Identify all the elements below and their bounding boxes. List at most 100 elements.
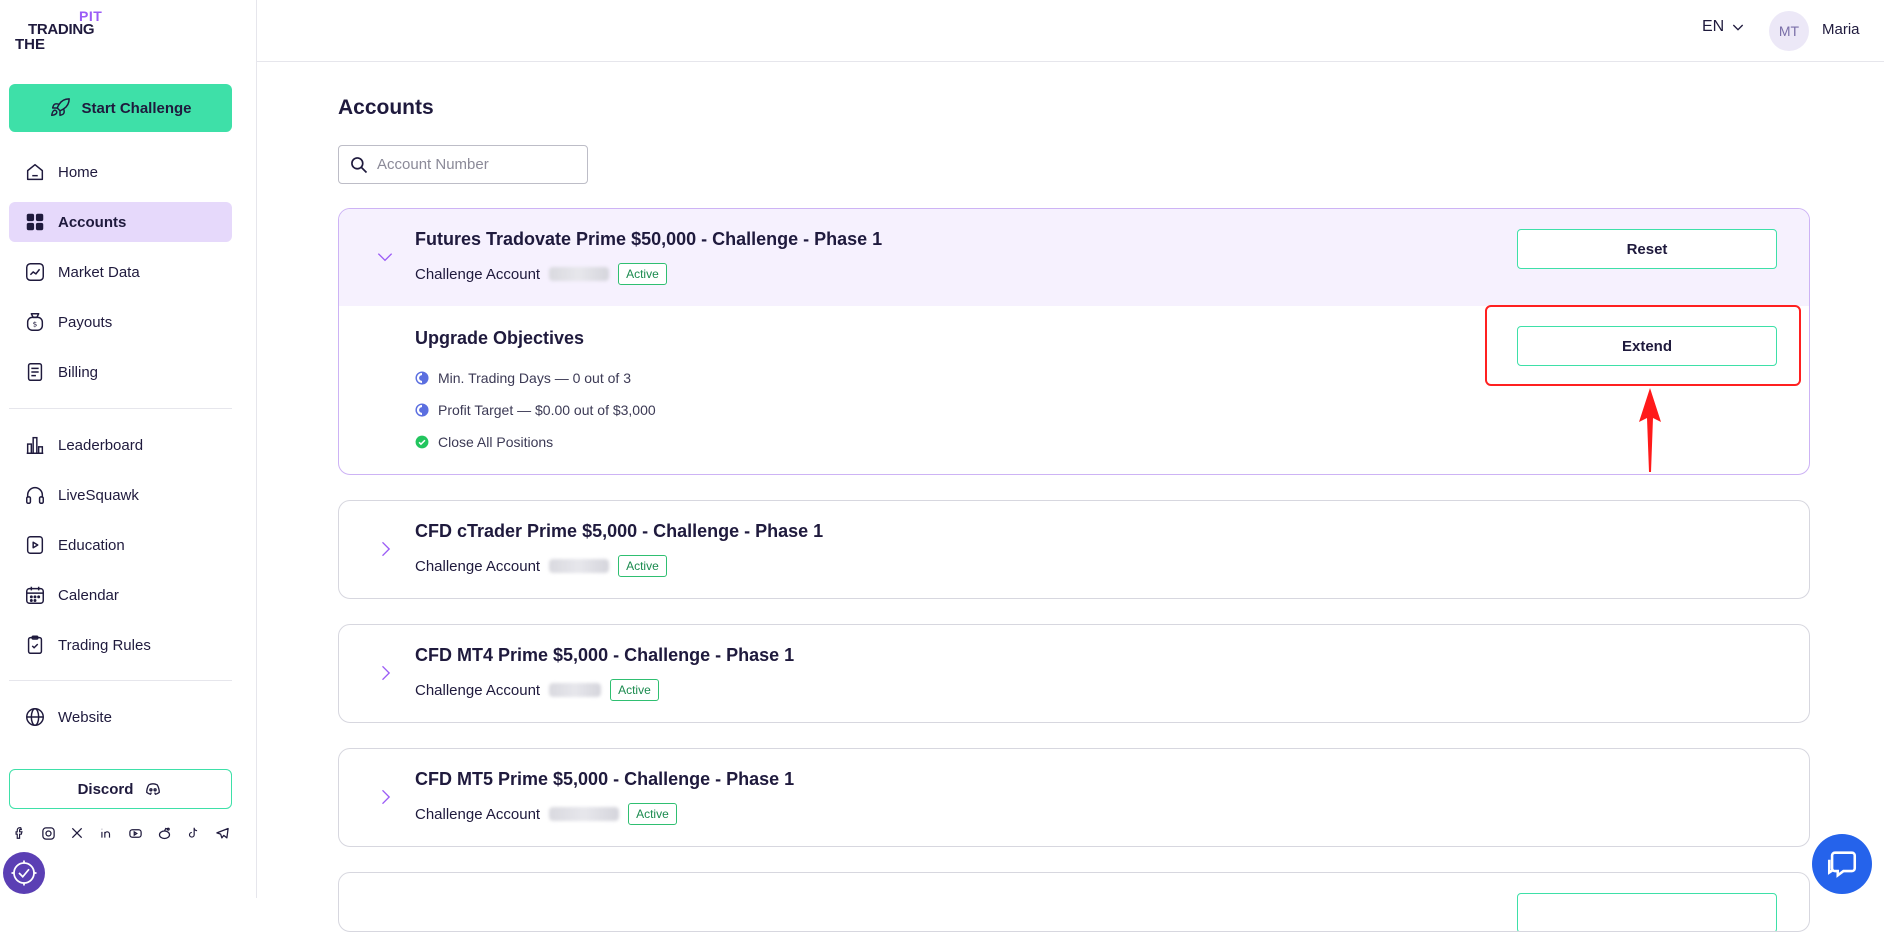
objective-text: Profit Target — $0.00 out of $3,000: [438, 402, 656, 418]
sidebar-item-label: Accounts: [58, 213, 127, 231]
arrow-annotation-icon: [1639, 388, 1661, 472]
account-number-redacted: [549, 267, 610, 281]
sidebar-item-payouts[interactable]: $ Payouts: [9, 302, 232, 342]
discord-icon: [146, 783, 161, 796]
sidebar-item-leaderboard[interactable]: Leaderboard: [9, 425, 232, 465]
objective-item: Close All Positions: [415, 434, 553, 450]
sidebar-item-accounts[interactable]: Accounts: [9, 202, 232, 242]
card-action-button[interactable]: [1517, 893, 1777, 931]
objective-text: Min. Trading Days — 0 out of 3: [438, 370, 631, 386]
account-number-redacted: [549, 807, 620, 821]
facebook-icon[interactable]: [10, 824, 28, 842]
sidebar-item-calendar[interactable]: Calendar: [9, 575, 232, 615]
account-card[interactable]: [338, 872, 1810, 932]
account-type: Challenge Account: [415, 265, 541, 283]
sidebar-item-label: Home: [58, 163, 99, 181]
reddit-icon[interactable]: [155, 824, 173, 842]
account-card-header[interactable]: CFD MT4 Prime $5,000 - Challenge - Phase…: [339, 625, 1809, 722]
grid-icon: [26, 213, 44, 231]
chevron-down-icon: [1733, 24, 1744, 31]
clipboard-icon: [27, 635, 43, 654]
account-number-redacted: [549, 559, 610, 573]
start-challenge-button[interactable]: Start Challenge: [9, 84, 232, 132]
headphones-icon: [26, 487, 44, 504]
sidebar-item-market-data[interactable]: Market Data: [9, 252, 232, 292]
account-type: Challenge Account: [415, 557, 541, 575]
objective-item: Profit Target — $0.00 out of $3,000: [415, 402, 656, 418]
tiktok-icon[interactable]: [184, 824, 202, 842]
account-card-header[interactable]: CFD cTrader Prime $5,000 - Challenge - P…: [339, 501, 1809, 598]
account-type: Challenge Account: [415, 681, 541, 699]
logo[interactable]: PIT TRADING THE: [15, 8, 115, 53]
status-badge: Active: [618, 555, 667, 577]
sidebar-item-label: Calendar: [58, 586, 119, 604]
sidebar-item-livesquawk[interactable]: LiveSquawk: [9, 475, 232, 515]
telegram-icon[interactable]: [213, 824, 231, 842]
language-label: EN: [1702, 18, 1725, 35]
reset-button[interactable]: Reset: [1517, 229, 1777, 269]
sidebar-item-billing[interactable]: Billing: [9, 352, 232, 392]
chevron-right-icon[interactable]: [375, 539, 395, 559]
account-card[interactable]: CFD cTrader Prime $5,000 - Challenge - P…: [338, 500, 1810, 599]
wallet-icon: $: [26, 313, 44, 331]
account-title: CFD cTrader Prime $5,000 - Challenge - P…: [415, 521, 824, 541]
avatar[interactable]: MT: [1769, 11, 1809, 51]
x-icon[interactable]: [68, 824, 86, 842]
cookie-settings-button[interactable]: [3, 852, 45, 894]
sidebar-item-home[interactable]: Home: [9, 152, 232, 192]
search-icon: [351, 156, 368, 173]
bar-chart-icon: [26, 436, 44, 454]
sidebar-item-label: Website: [58, 708, 112, 726]
status-badge: Active: [628, 803, 677, 825]
sidebar-item-label: Payouts: [58, 313, 113, 331]
account-card-header[interactable]: Futures Tradovate Prime $50,000 - Challe…: [339, 209, 1809, 306]
rocket-icon: [51, 98, 71, 117]
account-type: Challenge Account: [415, 805, 541, 823]
social-links: [10, 824, 231, 842]
sidebar-divider: [9, 408, 232, 409]
highlight-box: [1485, 305, 1801, 386]
globe-icon: [26, 708, 44, 726]
discord-button[interactable]: Discord: [9, 769, 232, 809]
chevron-right-icon[interactable]: [375, 787, 395, 807]
calendar-icon: [26, 586, 44, 604]
sidebar: PIT TRADING THE Start Challenge Home Acc…: [0, 0, 257, 898]
linkedin-icon[interactable]: [97, 824, 115, 842]
account-title: CFD MT4 Prime $5,000 - Challenge - Phase…: [415, 645, 795, 665]
top-bar: [257, 0, 1884, 62]
svg-text:$: $: [33, 320, 38, 329]
account-card[interactable]: CFD MT4 Prime $5,000 - Challenge - Phase…: [338, 624, 1810, 723]
chevron-right-icon[interactable]: [375, 663, 395, 683]
chat-support-button[interactable]: [1812, 834, 1872, 894]
sidebar-item-label: Education: [58, 536, 125, 554]
discord-label: Discord: [77, 780, 134, 798]
sidebar-item-label: Market Data: [58, 263, 140, 281]
sidebar-item-trading-rules[interactable]: Trading Rules: [9, 625, 232, 665]
instagram-icon[interactable]: [39, 824, 57, 842]
sidebar-item-label: Billing: [58, 363, 99, 381]
account-subtitle: Challenge Account Active: [415, 679, 659, 701]
chart-icon: [26, 263, 44, 281]
account-subtitle: Challenge Account Active: [415, 555, 667, 577]
chat-icon: [1827, 851, 1857, 878]
username[interactable]: Maria: [1822, 21, 1860, 38]
sidebar-item-website[interactable]: Website: [9, 697, 232, 737]
sidebar-divider: [9, 680, 232, 681]
youtube-icon[interactable]: [126, 824, 144, 842]
status-badge: Active: [618, 263, 667, 285]
objectives-title: Upgrade Objectives: [415, 328, 585, 348]
play-book-icon: [26, 536, 44, 554]
check-circle-icon: [415, 435, 429, 449]
account-card-header[interactable]: CFD MT5 Prime $5,000 - Challenge - Phase…: [339, 749, 1809, 846]
account-card[interactable]: CFD MT5 Prime $5,000 - Challenge - Phase…: [338, 748, 1810, 847]
cookie-icon: [11, 860, 37, 886]
objective-text: Close All Positions: [438, 434, 554, 450]
account-title: CFD MT5 Prime $5,000 - Challenge - Phase…: [415, 769, 795, 789]
language-selector[interactable]: EN: [1702, 18, 1746, 36]
sidebar-item-education[interactable]: Education: [9, 525, 232, 565]
status-badge: Active: [610, 679, 659, 701]
search-input[interactable]: [377, 156, 567, 173]
sidebar-item-label: Trading Rules: [58, 636, 151, 654]
chevron-down-icon[interactable]: [375, 247, 395, 267]
start-challenge-label: Start Challenge: [81, 99, 192, 117]
